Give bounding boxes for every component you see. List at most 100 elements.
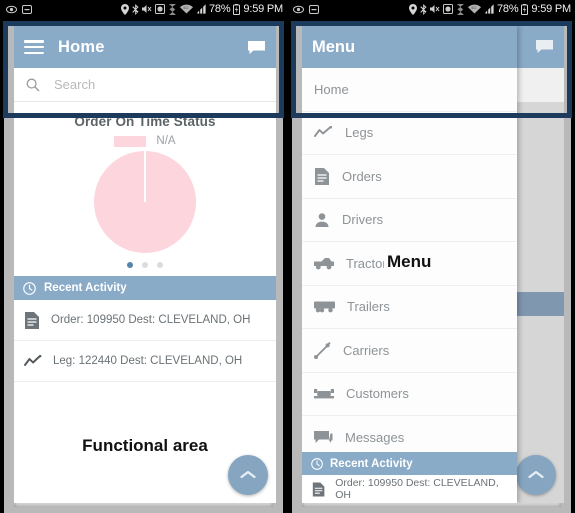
hamburger-icon[interactable] bbox=[24, 40, 44, 54]
status-bar-notification-icons bbox=[0, 4, 32, 14]
wifi-icon: 4G bbox=[180, 4, 193, 14]
drawer-item-home[interactable]: Home bbox=[302, 68, 517, 112]
page-title: Home bbox=[58, 37, 105, 56]
status-bar-right-device: 4G 78% 9:59 PM bbox=[287, 0, 575, 18]
search-input[interactable] bbox=[54, 77, 244, 92]
mute-icon bbox=[142, 5, 152, 13]
search-icon bbox=[26, 78, 40, 91]
status-bar: 4G 78% 9:59 PM 4G 78% 9:59 PM bbox=[0, 0, 575, 18]
drawer-item-label: Trailers bbox=[347, 299, 390, 315]
left-phone-screen: Home Order On Time Status bbox=[14, 26, 276, 503]
order-on-time-status-chart-card: Order On Time Status N/A bbox=[14, 102, 276, 276]
drawer-item-label: Carriers bbox=[343, 342, 390, 358]
signal-icon bbox=[197, 4, 206, 14]
list-item[interactable]: Leg: 122440 Dest: CLEVELAND, OH bbox=[14, 341, 276, 382]
search-bar[interactable] bbox=[14, 68, 276, 102]
carrier-icon bbox=[314, 341, 331, 359]
location-icon bbox=[121, 3, 129, 15]
chart-legend: N/A bbox=[14, 135, 276, 147]
drawer-item-drivers[interactable]: Drivers bbox=[302, 198, 517, 242]
pie-slice-divider bbox=[144, 151, 146, 202]
chat-bubble-icon[interactable] bbox=[247, 40, 266, 55]
chart-line-icon bbox=[24, 354, 42, 366]
drawer-recent-activity-header: Recent Activity bbox=[302, 452, 517, 475]
drawer-item-label: Messages bbox=[345, 429, 405, 445]
home-app-bar: Home bbox=[14, 26, 276, 68]
document-icon bbox=[312, 481, 325, 497]
battery-percent: 78% bbox=[497, 3, 519, 15]
drawer-item-label: Orders bbox=[342, 168, 382, 184]
mute-icon bbox=[430, 5, 440, 13]
alarm-icon bbox=[155, 4, 165, 14]
status-bar-notification-icons-2 bbox=[287, 4, 319, 14]
drawer-header: Menu bbox=[302, 26, 517, 68]
eye-icon bbox=[6, 5, 17, 13]
person-icon bbox=[315, 213, 329, 227]
battery-percent: 78% bbox=[209, 3, 231, 15]
drawer-chat-icon-wrapper bbox=[535, 39, 554, 59]
clock-icon bbox=[311, 457, 323, 470]
left-phone-panel: Home Order On Time Status bbox=[0, 18, 287, 513]
tractor-icon bbox=[314, 258, 334, 270]
chart-title: Order On Time Status bbox=[74, 114, 216, 129]
drawer-item-carriers[interactable]: Carriers bbox=[302, 329, 517, 373]
functional-area-annotation: Functional area bbox=[82, 435, 208, 455]
customers-icon bbox=[314, 389, 334, 399]
pie-chart[interactable] bbox=[94, 151, 196, 253]
drawer-item-label: Home bbox=[314, 81, 349, 97]
page-dot-1[interactable] bbox=[127, 262, 133, 268]
status-bar-system-icons-left: 4G 78% 9:59 PM bbox=[121, 0, 283, 18]
eye-icon bbox=[293, 5, 304, 13]
list-item[interactable]: Order: 109950 Dest: CLEVELAND, OH bbox=[14, 300, 276, 341]
drawer-item-label: Customers bbox=[346, 386, 409, 402]
sync-icon bbox=[169, 3, 176, 15]
list-item-label: Order: 109950 Dest: CLEVELAND, OH bbox=[335, 477, 499, 501]
minus-box-icon bbox=[309, 4, 319, 14]
drawer-item-orders[interactable]: Orders bbox=[302, 155, 517, 199]
chart-line-icon bbox=[314, 126, 333, 138]
carousel-page-dots[interactable] bbox=[14, 262, 276, 268]
drawer-item-label: Drivers bbox=[342, 212, 384, 228]
screenshot-root: 4G 78% 9:59 PM 4G 78% 9:59 PM Home Searc… bbox=[0, 0, 575, 513]
drawer-item-label: Legs bbox=[345, 125, 374, 141]
minus-box-icon bbox=[22, 4, 32, 14]
list-item-label: Order: 109950 Dest: CLEVELAND, OH bbox=[51, 314, 251, 326]
scroll-to-top-fab[interactable] bbox=[228, 455, 268, 495]
drawer-item-trailers[interactable]: Trailers bbox=[302, 285, 517, 329]
functional-area: Functional area bbox=[14, 382, 276, 503]
svg-text:4G: 4G bbox=[183, 5, 188, 10]
drawer-item-messages[interactable]: Messages bbox=[302, 416, 517, 452]
bluetooth-icon bbox=[132, 3, 139, 15]
pie-chart-wrapper bbox=[14, 151, 276, 253]
page-dot-3[interactable] bbox=[157, 262, 163, 268]
list-item-label: Leg: 122440 Dest: CLEVELAND, OH bbox=[53, 355, 243, 367]
bluetooth-icon bbox=[420, 3, 427, 15]
wifi-icon: 4G bbox=[468, 4, 481, 14]
sync-icon bbox=[457, 3, 464, 15]
location-icon bbox=[409, 3, 417, 15]
drawer-title: Menu bbox=[312, 37, 356, 56]
svg-text:4G: 4G bbox=[471, 5, 476, 10]
arrow-up-icon bbox=[240, 470, 256, 479]
scroll-to-top-fab[interactable] bbox=[516, 455, 556, 495]
page-dot-2[interactable] bbox=[142, 262, 148, 268]
clock-time: 9:59 PM bbox=[531, 3, 571, 15]
list-item[interactable]: Order: 109950 Dest: CLEVELAND, OH bbox=[302, 475, 517, 503]
recent-activity-title: Recent Activity bbox=[44, 282, 127, 294]
drawer-item-customers[interactable]: Customers bbox=[302, 372, 517, 416]
clock-icon bbox=[23, 281, 36, 295]
drawer-item-legs[interactable]: Legs bbox=[302, 111, 517, 155]
arrow-up-icon bbox=[528, 470, 544, 479]
drawer-recent-activity-title: Recent Activity bbox=[330, 457, 413, 470]
status-bar-system-icons-right: 4G 78% 9:59 PM bbox=[409, 0, 571, 18]
home-content: Order On Time Status N/A Recent Activity… bbox=[14, 102, 276, 503]
chat-bubble-icon[interactable] bbox=[535, 39, 554, 54]
trailer-icon bbox=[314, 301, 335, 313]
status-bar-left-device: 4G 78% 9:59 PM bbox=[0, 0, 287, 18]
battery-icon bbox=[233, 3, 241, 15]
messages-icon bbox=[314, 430, 333, 443]
alarm-icon bbox=[443, 4, 453, 14]
right-phone-screen: Menu Home Legs Orders Drivers Tractors T… bbox=[302, 26, 564, 503]
document-icon bbox=[315, 167, 329, 185]
document-icon bbox=[25, 311, 39, 329]
